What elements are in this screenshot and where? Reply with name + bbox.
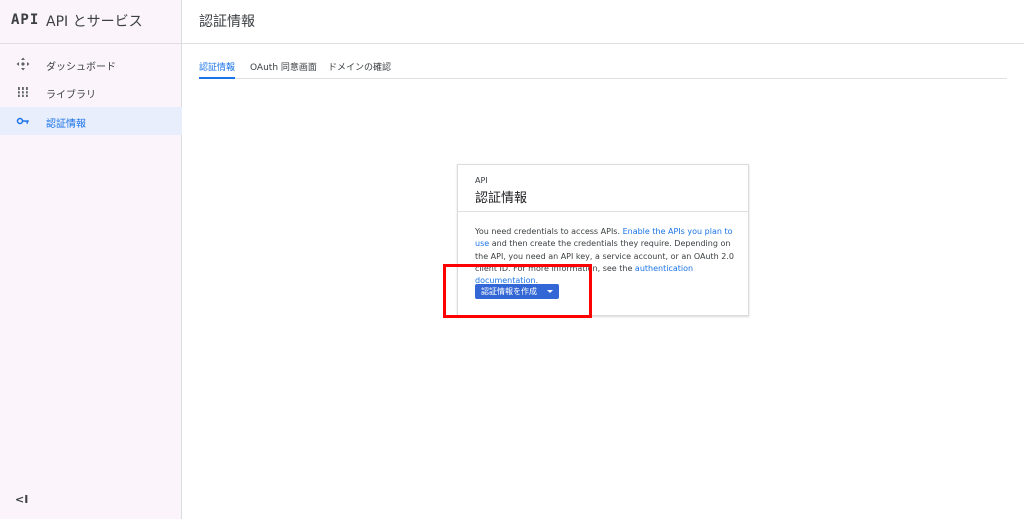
key-icon [16, 117, 29, 125]
product-title[interactable]: API とサービス [46, 11, 143, 31]
top-bar: 認証情報 [182, 0, 1024, 44]
api-logo: API [11, 12, 40, 28]
description-text: You need credentials to access APIs. [475, 227, 623, 236]
card-title: 認証情報 [475, 191, 528, 206]
tab-credentials[interactable]: 認証情報 [199, 60, 236, 79]
library-icon [17, 87, 29, 97]
sidebar-item-dashboard[interactable]: ダッシュボード [0, 50, 182, 78]
credentials-card: API 認証情報 You need credentials to access … [457, 164, 749, 316]
tab-bar: 認証情報 OAuth 同意画面 ドメインの確認 [199, 60, 1007, 79]
create-credentials-label: 認証情報を作成 [481, 287, 537, 296]
tab-oauth-consent[interactable]: OAuth 同意画面 [250, 60, 317, 79]
sidebar-item-library[interactable]: ライブラリ [0, 78, 182, 106]
create-credentials-button[interactable]: 認証情報を作成 [475, 284, 559, 299]
description-text: and then create the credentials they req… [475, 239, 735, 273]
tab-domain-verification[interactable]: ドメインの確認 [328, 60, 391, 79]
sidebar-item-label: 認証情報 [46, 119, 86, 130]
card-eyebrow: API [475, 176, 488, 185]
sidebar-header: API API とサービス [0, 0, 182, 44]
sidebar-item-label: ライブラリ [46, 90, 96, 101]
card-description: You need credentials to access APIs. Ena… [475, 226, 735, 287]
collapse-sidebar-icon[interactable]: <I [15, 493, 28, 506]
page-title: 認証情報 [199, 14, 255, 30]
dashboard-icon [16, 57, 30, 71]
sidebar: API API とサービス ダッシュボード ライブラリ 認証情報 <I [0, 0, 182, 519]
dropdown-caret-icon [547, 290, 553, 293]
card-header: API 認証情報 [458, 165, 748, 212]
sidebar-item-credentials[interactable]: 認証情報 [0, 107, 182, 135]
sidebar-item-label: ダッシュボード [46, 62, 116, 73]
